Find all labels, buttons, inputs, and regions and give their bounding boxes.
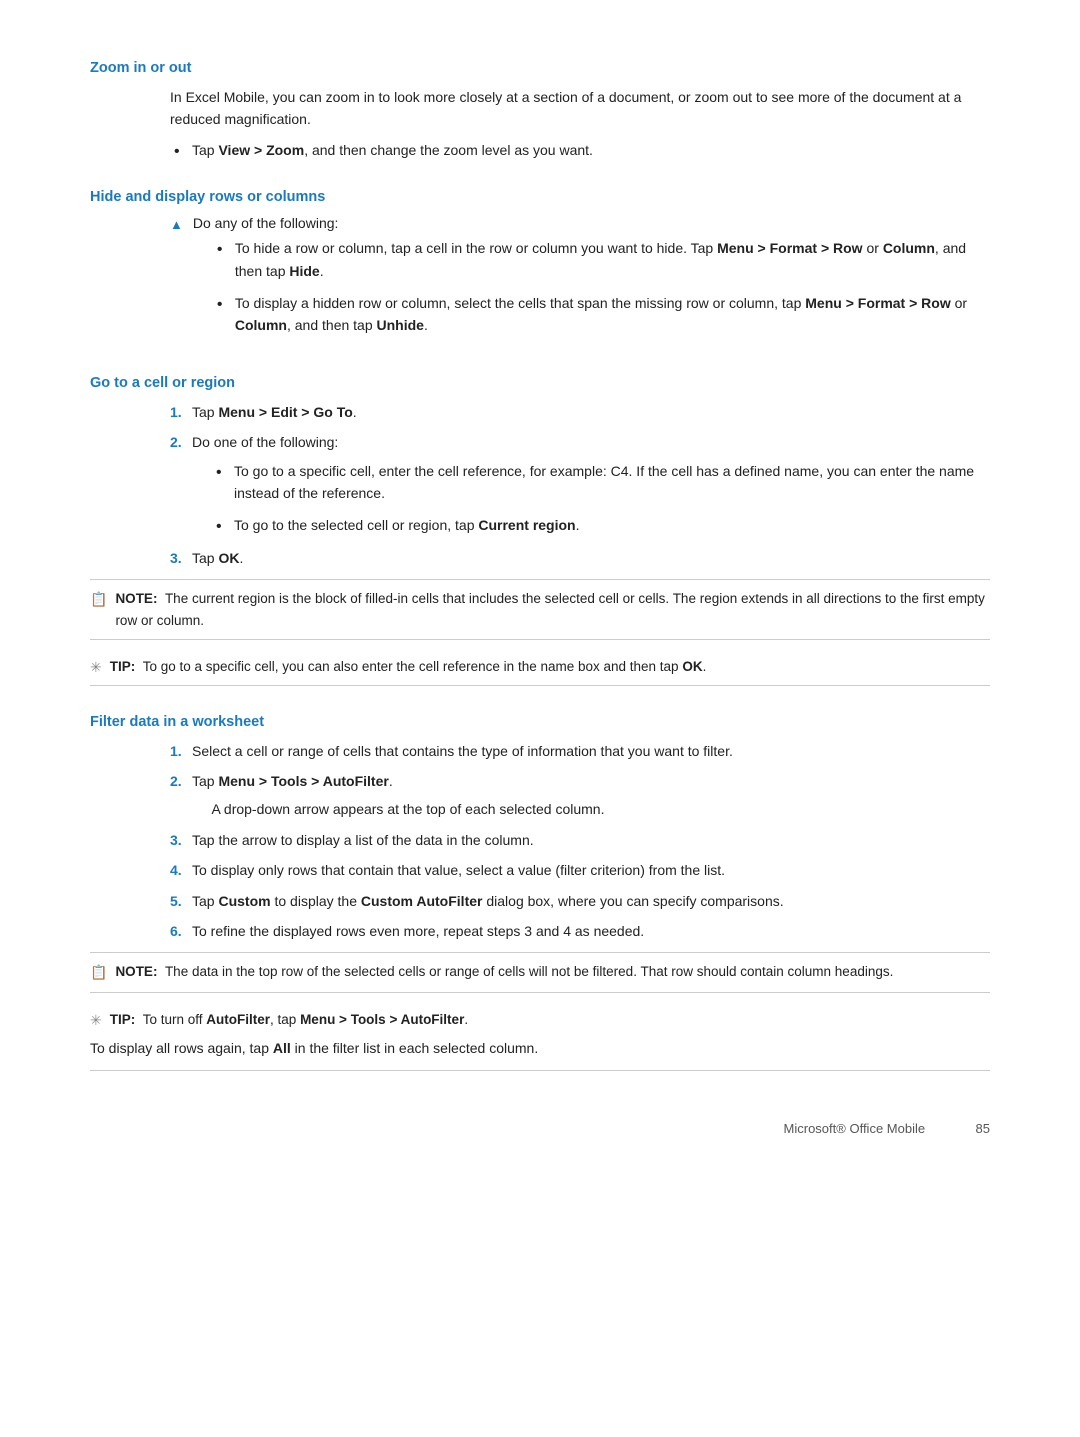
goto-heading: Go to a cell or region xyxy=(90,375,990,391)
filter-step-6: 6. To refine the displayed rows even mor… xyxy=(170,920,990,942)
filter-tip-label: TIP: xyxy=(110,1012,143,1027)
filter-step-3-num: 3. xyxy=(170,829,182,851)
hide-display-section: Hide and display rows or columns ▲ Do an… xyxy=(90,189,990,347)
filter-step-1-num: 1. xyxy=(170,740,182,762)
zoom-section: Zoom in or out In Excel Mobile, you can … xyxy=(90,60,990,161)
filter-step-5: 5. Tap Custom to display the Custom Auto… xyxy=(170,890,990,912)
filter-heading: Filter data in a worksheet xyxy=(90,714,990,730)
zoom-bullets: Tap View > Zoom, and then change the zoo… xyxy=(170,139,990,161)
footer-brand: Microsoft® Office Mobile xyxy=(784,1121,926,1136)
goto-step-3-num: 3. xyxy=(170,547,182,569)
filter-step-6-num: 6. xyxy=(170,920,182,942)
hide-display-sub-bullets: To hide a row or column, tap a cell in t… xyxy=(213,237,990,337)
goto-note-label: NOTE: xyxy=(115,591,165,606)
goto-step2-bullet-2: To go to the selected cell or region, ta… xyxy=(212,514,990,536)
hide-display-triangle: ▲ Do any of the following: To hide a row… xyxy=(170,215,990,347)
goto-section: Go to a cell or region 1. Tap Menu > Edi… xyxy=(90,375,990,686)
filter-section: Filter data in a worksheet 1. Select a c… xyxy=(90,714,990,1071)
filter-note-text: NOTE: The data in the top row of the sel… xyxy=(115,961,893,983)
hide-display-sub-2: To display a hidden row or column, selec… xyxy=(213,292,990,337)
goto-step2-bullets: To go to a specific cell, enter the cell… xyxy=(212,460,990,537)
goto-tip-block: ✳ TIP: To go to a specific cell, you can… xyxy=(90,650,990,685)
goto-step-2-num: 2. xyxy=(170,431,182,453)
goto-step-3: 3. Tap OK. xyxy=(170,547,990,569)
zoom-heading: Zoom in or out xyxy=(90,60,990,76)
note-icon: 📋 xyxy=(90,588,107,610)
filter-tip2: To display all rows again, tap All in th… xyxy=(90,1037,990,1070)
goto-step2-bullet-1: To go to a specific cell, enter the cell… xyxy=(212,460,990,505)
hide-display-content: Do any of the following: To hide a row o… xyxy=(193,215,990,347)
filter-step-4-num: 4. xyxy=(170,859,182,881)
zoom-bullet-1: Tap View > Zoom, and then change the zoo… xyxy=(170,139,990,161)
filter-step-1: 1. Select a cell or range of cells that … xyxy=(170,740,990,762)
zoom-body: In Excel Mobile, you can zoom in to look… xyxy=(170,86,990,131)
goto-note-block: 📋 NOTE: The current region is the block … xyxy=(90,579,990,640)
goto-step-1: 1. Tap Menu > Edit > Go To. xyxy=(170,401,990,423)
footer-page: 85 xyxy=(976,1121,990,1136)
page-footer: Microsoft® Office Mobile 85 xyxy=(90,1111,990,1136)
filter-step-3: 3. Tap the arrow to display a list of th… xyxy=(170,829,990,851)
goto-note-text: NOTE: The current region is the block of… xyxy=(115,588,990,631)
goto-steps: 1. Tap Menu > Edit > Go To. 2. Do one of… xyxy=(170,401,990,569)
filter-tip-block: ✳ TIP: To turn off AutoFilter, tap Menu … xyxy=(90,1003,990,1031)
tip-icon-filter: ✳ xyxy=(90,1009,102,1031)
filter-step-4: 4. To display only rows that contain tha… xyxy=(170,859,990,881)
filter-step-2: 2. Tap Menu > Tools > AutoFilter. A drop… xyxy=(170,770,990,821)
hide-display-sub-1: To hide a row or column, tap a cell in t… xyxy=(213,237,990,282)
triangle-icon: ▲ xyxy=(170,217,183,232)
footer-spacer xyxy=(943,1121,957,1136)
hide-display-heading: Hide and display rows or columns xyxy=(90,189,990,205)
filter-step2-sub: A drop-down arrow appears at the top of … xyxy=(192,798,990,820)
filter-tip-text: TIP: To turn off AutoFilter, tap Menu > … xyxy=(110,1009,468,1031)
goto-step-2: 2. Do one of the following: To go to a s… xyxy=(170,431,990,537)
goto-tip-label: TIP: xyxy=(110,659,143,674)
filter-steps: 1. Select a cell or range of cells that … xyxy=(170,740,990,943)
tip-icon-goto: ✳ xyxy=(90,656,102,678)
filter-note-block: 📋 NOTE: The data in the top row of the s… xyxy=(90,952,990,992)
filter-step-2-num: 2. xyxy=(170,770,182,792)
note-icon-filter: 📋 xyxy=(90,961,107,983)
goto-tip-text: TIP: To go to a specific cell, you can a… xyxy=(110,656,707,678)
filter-step-5-num: 5. xyxy=(170,890,182,912)
filter-note-label: NOTE: xyxy=(115,964,165,979)
hide-display-intro: Do any of the following: xyxy=(193,215,339,231)
goto-step-1-num: 1. xyxy=(170,401,182,423)
